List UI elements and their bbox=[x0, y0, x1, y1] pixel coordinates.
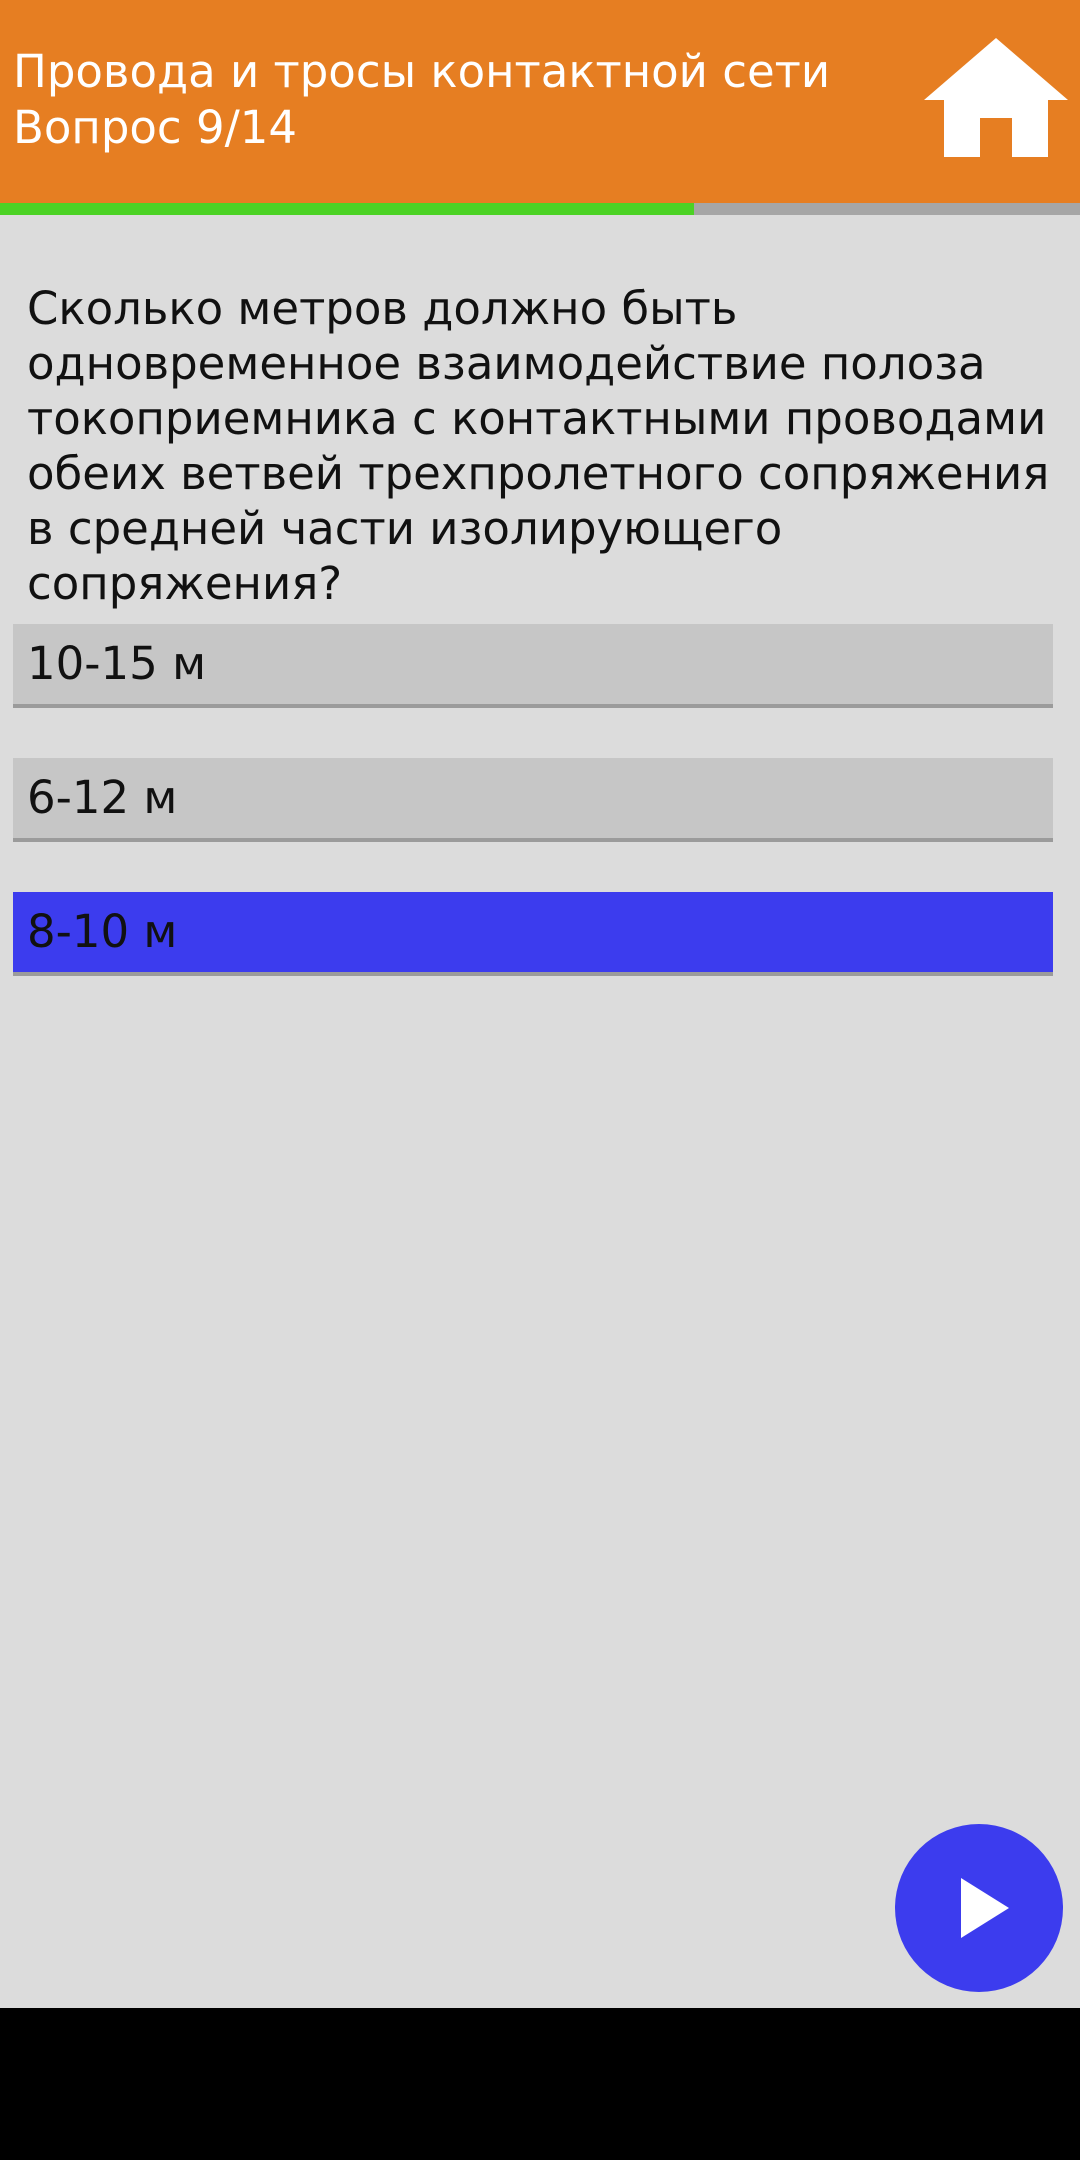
progress-bar bbox=[0, 203, 1080, 215]
app-header: Провода и тросы контактной сети Вопрос 9… bbox=[0, 0, 1080, 203]
answer-option-3[interactable]: 8-10 м bbox=[13, 892, 1053, 976]
question-counter: Вопрос 9/14 bbox=[13, 101, 298, 154]
play-arrow-icon bbox=[961, 1878, 1009, 1938]
progress-bar-fill bbox=[0, 203, 695, 215]
answer-option-label: 8-10 м bbox=[27, 905, 178, 958]
home-icon bbox=[924, 38, 1068, 157]
answer-option-label: 10-15 м bbox=[27, 637, 207, 690]
answer-option-label: 6-12 м bbox=[27, 771, 178, 824]
question-text: Сколько метров должно быть одновременное… bbox=[27, 282, 1050, 610]
answer-option-2[interactable]: 6-12 м bbox=[13, 758, 1053, 842]
topic-title: Провода и тросы контактной сети bbox=[13, 45, 831, 98]
system-navigation-bar bbox=[0, 2008, 1080, 2160]
answer-option-1[interactable]: 10-15 м bbox=[13, 624, 1053, 708]
next-question-button[interactable] bbox=[895, 1824, 1063, 1992]
home-button[interactable] bbox=[922, 36, 1070, 161]
